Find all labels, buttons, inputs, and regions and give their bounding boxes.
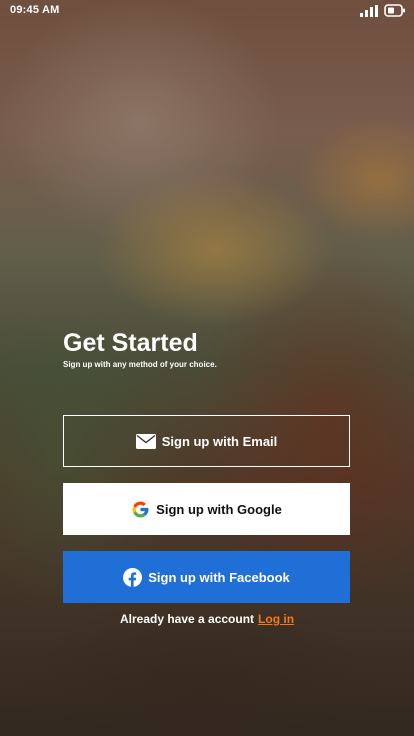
login-prompt: Already have a account Log in <box>0 612 414 626</box>
login-link[interactable]: Log in <box>258 612 294 626</box>
battery-icon <box>384 4 405 17</box>
sign-up-facebook-label: Sign up with Facebook <box>148 569 290 585</box>
google-icon <box>132 501 149 517</box>
sign-up-google-button[interactable]: Sign up with Google <box>63 483 350 535</box>
login-prompt-text: Already have a account <box>119 612 255 626</box>
status-time: 09:45 AM <box>10 4 60 16</box>
page-title: Get Started <box>63 329 198 357</box>
page-subtitle: Sign up with any method of your choice. <box>63 360 217 369</box>
sign-up-email-label: Sign up with Email <box>161 433 278 449</box>
facebook-icon <box>123 567 143 587</box>
status-bar: 09:45 AM <box>0 0 414 22</box>
sign-up-email-button[interactable]: Sign up with Email <box>63 415 350 467</box>
signal-icon <box>360 5 378 17</box>
envelope-icon <box>135 433 156 449</box>
sign-up-facebook-button[interactable]: Sign up with Facebook <box>63 551 350 603</box>
sign-up-google-label: Sign up with Google <box>156 501 282 517</box>
